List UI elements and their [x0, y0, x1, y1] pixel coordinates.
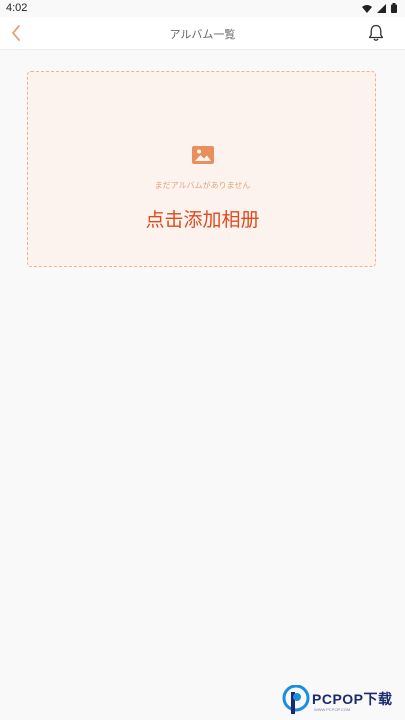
status-icons [362, 3, 397, 13]
status-bar: 4:02 [0, 0, 405, 17]
empty-album-message: まだアルバムがありません [154, 181, 251, 190]
bell-icon [368, 24, 384, 41]
status-time: 4:02 [6, 2, 28, 14]
notification-button[interactable] [365, 22, 387, 44]
wifi-icon [362, 4, 372, 13]
image-icon [192, 146, 214, 164]
watermark-tagline: WWW.PCPOP.COM [314, 707, 351, 712]
add-album-button[interactable]: 点击添加相册 [28, 205, 377, 232]
page-title: アルバム一覧 [169, 28, 236, 41]
add-album-panel[interactable]: まだアルバムがありません 点击添加相册 [27, 71, 376, 267]
pcpop-logo-icon [282, 685, 310, 714]
watermark-logo: PCPOP下载 WWW.PCPOP.COM [282, 684, 402, 716]
signal-icon [377, 3, 386, 13]
app-bar: アルバム一覧 [0, 17, 405, 50]
battery-icon [391, 3, 397, 13]
watermark-brand: PCPOP下载 [312, 691, 393, 707]
